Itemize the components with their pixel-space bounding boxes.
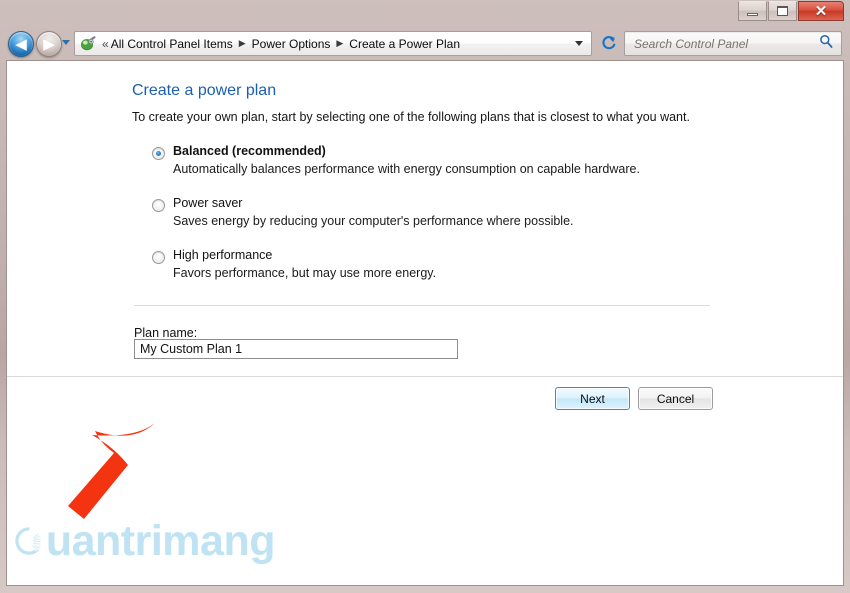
radio-balanced[interactable] — [152, 147, 165, 160]
plan-name-input[interactable] — [134, 339, 458, 359]
next-button[interactable]: Next — [555, 387, 630, 410]
breadcrumb-item-create-a-power-plan[interactable]: Create a Power Plan — [349, 37, 460, 51]
watermark-logo: uantrimang — [15, 506, 276, 576]
plan-description-power-saver: Saves energy by reducing your computer's… — [173, 214, 574, 228]
address-bar[interactable]: « All Control Panel Items ▶ Power Option… — [74, 31, 592, 56]
refresh-icon — [601, 36, 615, 50]
watermark-text: uantrimang — [45, 516, 276, 565]
refresh-button[interactable] — [596, 31, 620, 56]
back-arrow-icon: ◀ — [15, 35, 27, 53]
minimize-button[interactable] — [738, 1, 767, 21]
close-button[interactable]: ✕ — [798, 1, 844, 21]
maximize-icon — [777, 6, 788, 16]
history-dropdown-icon[interactable] — [62, 40, 70, 45]
footer-divider — [7, 376, 843, 377]
quantrimang-q-icon — [15, 527, 42, 555]
breadcrumb-separator-icon[interactable]: ▶ — [239, 38, 246, 49]
maximize-button[interactable] — [768, 1, 797, 21]
radio-high-performance[interactable] — [152, 251, 165, 264]
plan-name-label: Plan name: — [134, 326, 198, 340]
window-frame: ✕ ◀ ▶ « All Control Panel Items ▶ Power … — [0, 0, 850, 593]
plan-description-balanced: Automatically balances performance with … — [173, 162, 640, 176]
control-panel-icon — [79, 35, 97, 52]
search-box[interactable] — [624, 31, 842, 56]
breadcrumb-item-all-control-panel-items[interactable]: All Control Panel Items — [111, 37, 233, 51]
navigation-bar: ◀ ▶ « All Control Panel Items ▶ Power Op… — [0, 28, 850, 60]
search-input[interactable] — [632, 35, 808, 52]
page-title: Create a power plan — [132, 82, 277, 99]
cancel-button[interactable]: Cancel — [638, 387, 713, 410]
breadcrumb-separator-icon[interactable]: ▶ — [336, 38, 343, 49]
plan-label-balanced: Balanced (recommended) — [173, 144, 326, 158]
minimize-icon — [747, 12, 758, 16]
plan-label-power-saver: Power saver — [173, 196, 243, 210]
section-divider — [134, 305, 710, 306]
breadcrumb-overflow-icon[interactable]: « — [102, 37, 109, 51]
plan-label-high-performance: High performance — [173, 248, 273, 262]
breadcrumb-item-power-options[interactable]: Power Options — [252, 37, 331, 51]
window-controls: ✕ — [738, 1, 844, 21]
search-icon[interactable] — [819, 34, 833, 53]
plan-description-high-performance: Favors performance, but may use more ene… — [173, 266, 437, 280]
page-subtitle: To create your own plan, start by select… — [132, 110, 690, 124]
title-bar: ✕ — [0, 0, 850, 26]
forward-button[interactable]: ▶ — [36, 31, 62, 57]
chevron-down-icon[interactable] — [575, 41, 583, 46]
close-icon: ✕ — [814, 2, 828, 20]
forward-arrow-icon: ▶ — [43, 35, 55, 53]
content-area: Create a power plan To create your own p… — [6, 60, 844, 586]
radio-power-saver[interactable] — [152, 199, 165, 212]
back-button[interactable]: ◀ — [8, 31, 34, 57]
